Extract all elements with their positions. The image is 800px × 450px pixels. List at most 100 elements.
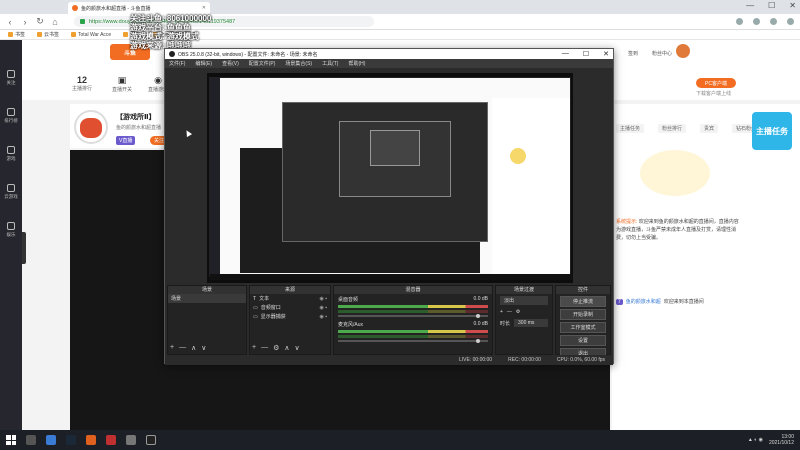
duration-label: 时长 bbox=[500, 320, 511, 327]
add-scene-button[interactable]: + bbox=[170, 344, 174, 352]
add-source-button[interactable]: + bbox=[252, 344, 256, 352]
nav-stat-rank[interactable]: 12 主播排行 bbox=[72, 75, 92, 92]
menu-profile[interactable]: 配置文件(P) bbox=[249, 60, 276, 67]
app-icon[interactable] bbox=[106, 435, 116, 445]
sidebar-collapse-handle[interactable] bbox=[22, 232, 26, 264]
maximize-button[interactable]: ☐ bbox=[768, 1, 775, 10]
back-icon[interactable]: ‹ bbox=[6, 17, 14, 27]
monitor-source-icon: ▭ bbox=[253, 313, 258, 320]
windows-start-icon[interactable] bbox=[6, 435, 16, 445]
stop-streaming-button[interactable]: 停止推流 bbox=[560, 296, 606, 307]
nav-stat-switch[interactable]: ▣ 直播开关 bbox=[112, 75, 132, 93]
menu-tools[interactable]: 工具(T) bbox=[322, 60, 338, 67]
tray-icons[interactable]: ▲ ◐ ◉ bbox=[748, 437, 763, 443]
bookmarks-bar: 书签 云书签 Total War Acce 网游 全民行直_娱乐体 bbox=[0, 30, 800, 40]
obs-menu-bar: 文件(F) 编辑(E) 查看(V) 配置文件(P) 场景集合(S) 工具(T) … bbox=[165, 59, 613, 68]
bookmark-item[interactable]: 云书签 bbox=[37, 31, 59, 38]
menu-scene-collection[interactable]: 场景集合(S) bbox=[285, 60, 312, 67]
duration-input[interactable]: 300 ms bbox=[514, 319, 548, 327]
volume-slider[interactable] bbox=[338, 314, 488, 318]
eye-lock-icon[interactable]: ◉ ▪ bbox=[319, 305, 327, 311]
dock-title: 场景过渡 bbox=[496, 286, 552, 294]
explorer-icon[interactable] bbox=[46, 435, 56, 445]
home-icon[interactable]: ⌂ bbox=[51, 17, 59, 27]
history-icon[interactable] bbox=[770, 18, 777, 25]
system-tray: ▲ ◐ ◉ 13:00 2021/10/12 bbox=[748, 434, 794, 446]
user-avatar[interactable] bbox=[676, 44, 690, 58]
eye-lock-icon[interactable]: ◉ ▪ bbox=[319, 314, 327, 320]
url-field[interactable]: https://www.douyu.com/3797946?_rii=0.646… bbox=[74, 16, 374, 27]
source-settings-icon[interactable]: ⚙ bbox=[273, 344, 279, 352]
bookmark-item[interactable]: Total War Acce bbox=[71, 32, 111, 38]
scene-item[interactable]: 场景 bbox=[168, 294, 246, 303]
folder-icon bbox=[71, 32, 77, 37]
sidebar-item-rank[interactable]: 排行榜 bbox=[4, 108, 18, 124]
steam-icon[interactable] bbox=[66, 435, 76, 445]
channel-db: 0.0 dB bbox=[473, 296, 488, 302]
add-transition-button[interactable]: + bbox=[500, 309, 503, 315]
extension-icon[interactable] bbox=[736, 18, 743, 25]
tab-tasks[interactable]: 主播任务 bbox=[616, 124, 645, 133]
download-icon[interactable] bbox=[753, 18, 760, 25]
move-up-button[interactable]: ∧ bbox=[191, 344, 196, 352]
menu-edit[interactable]: 编辑(E) bbox=[195, 60, 212, 67]
minimize-button[interactable]: — bbox=[746, 1, 754, 10]
bookmark-item[interactable]: 书签 bbox=[8, 31, 25, 38]
top-button-fans[interactable]: 粉丝中心 bbox=[652, 50, 672, 57]
streamer-avatar[interactable] bbox=[74, 110, 108, 144]
remove-scene-button[interactable]: — bbox=[179, 344, 186, 352]
source-item[interactable]: ▭ 显示器捕获 ◉ ▪ bbox=[250, 312, 330, 321]
start-recording-button[interactable]: 开始录制 bbox=[560, 309, 606, 320]
room-subtitle: 鱼的颜旅水和超直播 bbox=[116, 125, 162, 131]
close-tab-icon[interactable]: ✕ bbox=[202, 5, 206, 11]
browser-tab[interactable]: 鱼的颜旅水和超直播 - 斗鱼直播 ✕ bbox=[68, 2, 210, 14]
settings-button[interactable]: 设置 bbox=[560, 335, 606, 346]
obs-preview[interactable] bbox=[207, 73, 573, 283]
app-icon[interactable] bbox=[126, 435, 136, 445]
forward-icon[interactable]: › bbox=[21, 17, 29, 27]
slider-handle[interactable] bbox=[476, 339, 480, 343]
transition-settings-icon[interactable]: ⚙ bbox=[516, 309, 520, 315]
app-icon[interactable] bbox=[86, 435, 96, 445]
source-item[interactable]: ▭ 音频窗口 ◉ ▪ bbox=[250, 303, 330, 312]
pc-client-button[interactable]: PC客户端 bbox=[696, 78, 736, 88]
move-down-button[interactable]: ∨ bbox=[201, 344, 206, 352]
move-down-button[interactable]: ∨ bbox=[295, 344, 300, 352]
dock-footer: + — ∧ ∨ bbox=[170, 344, 206, 352]
tab-fans-rank[interactable]: 粉丝排行 bbox=[658, 124, 687, 133]
obs-close-button[interactable]: ✕ bbox=[603, 50, 609, 58]
menu-icon[interactable] bbox=[787, 18, 794, 25]
source-item[interactable]: T 文本 ◉ ▪ bbox=[250, 294, 330, 303]
sidebar-item-follow[interactable]: 关注 bbox=[7, 70, 16, 86]
reload-icon[interactable]: ↻ bbox=[36, 16, 44, 27]
close-window-button[interactable]: ✕ bbox=[789, 1, 796, 10]
eye-lock-icon[interactable]: ◉ ▪ bbox=[319, 296, 327, 302]
obs-taskbar-icon[interactable] bbox=[146, 435, 156, 445]
transition-select[interactable]: 淡出 bbox=[500, 296, 548, 305]
obs-minimize-button[interactable]: — bbox=[562, 50, 569, 58]
studio-mode-button[interactable]: 工作室模式 bbox=[560, 322, 606, 333]
remove-source-button[interactable]: — bbox=[261, 344, 268, 352]
scenes-dock: 场景 场景 + — ∧ ∨ bbox=[167, 285, 247, 355]
fan-level-badge: 7 bbox=[616, 298, 623, 305]
obs-maximize-button[interactable]: ☐ bbox=[583, 50, 589, 58]
sidebar-item-game[interactable]: 游戏 bbox=[7, 146, 16, 162]
magikarp-avatar-icon bbox=[80, 118, 102, 138]
menu-view[interactable]: 查看(V) bbox=[222, 60, 239, 67]
menu-help[interactable]: 帮助(H) bbox=[348, 60, 365, 67]
douyu-left-sidebar: 关注 排行榜 游戏 云游戏 娱乐 bbox=[0, 40, 22, 430]
volume-slider[interactable] bbox=[338, 339, 488, 343]
chat-user[interactable]: 鱼的颜旅水和超 bbox=[626, 298, 661, 305]
tab-vip[interactable]: 贵宾 bbox=[700, 124, 719, 133]
remove-transition-button[interactable]: — bbox=[507, 309, 512, 315]
search-icon[interactable] bbox=[26, 435, 36, 445]
sidebar-item-cloud-game[interactable]: 云游戏 bbox=[4, 184, 18, 200]
sidebar-item-entertain[interactable]: 娱乐 bbox=[7, 222, 16, 238]
task-banner[interactable]: 主播任务 bbox=[752, 112, 792, 150]
top-button-checkin[interactable]: 签到 bbox=[628, 50, 638, 57]
clock[interactable]: 13:00 2021/10/12 bbox=[769, 434, 794, 446]
slider-handle[interactable] bbox=[476, 314, 480, 318]
menu-file[interactable]: 文件(F) bbox=[169, 60, 185, 67]
chat-user: 系统提示: bbox=[616, 219, 638, 225]
move-up-button[interactable]: ∧ bbox=[284, 344, 289, 352]
